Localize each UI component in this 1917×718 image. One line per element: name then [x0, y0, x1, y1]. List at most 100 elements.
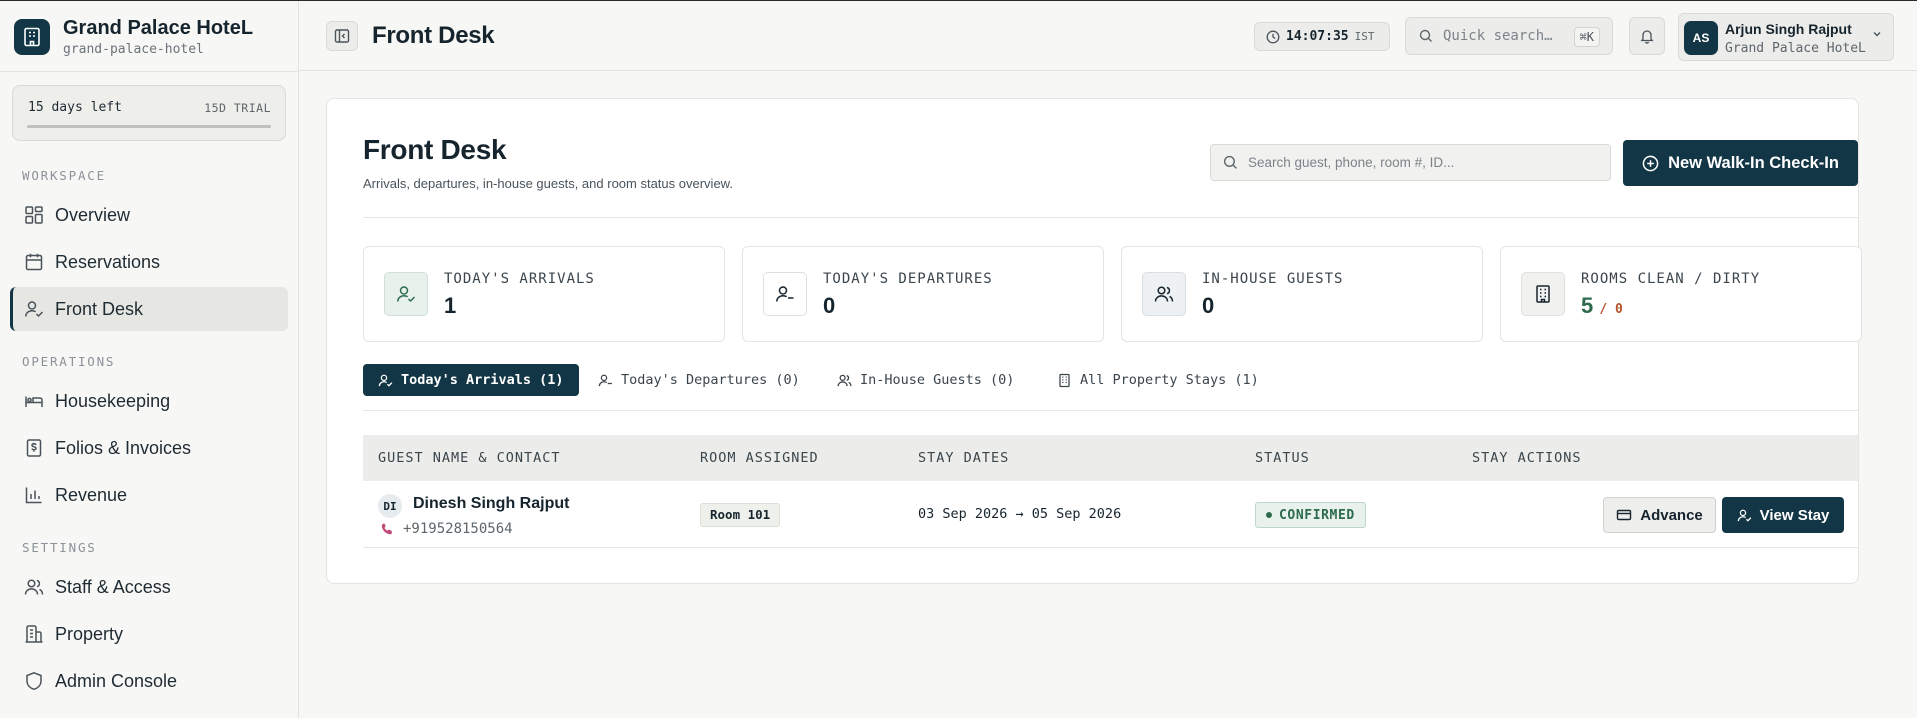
tab-todays-departures[interactable]: Today's Departures (0)	[598, 364, 800, 396]
user-check-icon	[384, 272, 428, 316]
sidebar: Grand Palace HoteL grand-palace-hotel 15…	[0, 1, 299, 718]
column-header: STAY DATES	[918, 450, 1010, 466]
tab-in-house-guests[interactable]: In-House Guests (0)	[837, 364, 1014, 396]
phone-icon	[380, 522, 394, 536]
sidebar-item-label: Folios & Invoices	[55, 437, 192, 458]
status-label: CONFIRMED	[1279, 507, 1355, 523]
user-minus-icon	[598, 373, 613, 388]
sidebar-item-label: Reservations	[55, 251, 161, 272]
stat-value-clean-dirty: 5 / 0	[1581, 293, 1623, 319]
view-stay-label: View Stay	[1759, 506, 1830, 524]
status-dot	[1266, 512, 1272, 518]
tab-label: Today's Arrivals (1)	[401, 372, 564, 388]
header-title: Front Desk	[372, 22, 495, 49]
quick-search-input[interactable]: Quick search… ⌘K	[1405, 17, 1613, 55]
stat-card-rooms-clean-dirty[interactable]: ROOMS CLEAN / DIRTY 5 / 0	[1500, 246, 1862, 342]
users-icon	[23, 576, 45, 598]
bar-chart-icon	[23, 484, 45, 506]
section-settings: SETTINGS	[22, 540, 97, 555]
view-stay-button[interactable]: View Stay	[1722, 497, 1844, 533]
sidebar-toggle-button[interactable]	[326, 21, 358, 51]
column-header: GUEST NAME & CONTACT	[378, 450, 561, 466]
brand-slug: grand-palace-hotel	[63, 42, 204, 57]
building-icon	[1521, 272, 1565, 316]
user-property: Grand Palace HoteL	[1725, 41, 1866, 56]
brand[interactable]: Grand Palace HoteL grand-palace-hotel	[14, 17, 253, 57]
sidebar-item-folios[interactable]: Folios & Invoices	[10, 426, 288, 470]
sidebar-collapse-icon	[334, 29, 350, 43]
plus-circle-icon	[1642, 155, 1659, 172]
bed-icon	[23, 390, 45, 412]
sidebar-item-label: Staff & Access	[55, 576, 171, 597]
stat-value: 1	[444, 293, 457, 318]
column-header: STATUS	[1255, 450, 1310, 466]
guest-search[interactable]	[1210, 144, 1611, 181]
users-icon	[1142, 272, 1186, 316]
clock-icon	[1266, 30, 1280, 43]
stat-card-arrivals[interactable]: TODAY'S ARRIVALS 1	[363, 246, 725, 342]
sidebar-item-overview[interactable]: Overview	[10, 193, 288, 237]
divider	[363, 217, 1858, 218]
front-desk-card: Front Desk Arrivals, departures, in-hous…	[326, 98, 1862, 584]
stat-card-in-house[interactable]: IN-HOUSE GUESTS 0	[1121, 246, 1483, 342]
table-row[interactable]: DI Dinesh Singh Rajput +919528150564 Roo…	[363, 481, 1858, 548]
stat-value: 0	[823, 293, 836, 318]
room-tag: Room 101	[700, 503, 781, 527]
sidebar-item-admin-console[interactable]: Admin Console	[10, 659, 288, 703]
sidebar-item-housekeeping[interactable]: Housekeeping	[10, 379, 288, 423]
rooms-dirty-count: / 0	[1599, 302, 1623, 317]
user-menu[interactable]: AS Arjun Singh Rajput Grand Palace HoteL	[1678, 13, 1894, 61]
sidebar-item-label: Front Desk	[55, 298, 144, 319]
user-check-icon	[378, 373, 393, 388]
sidebar-item-label: Property	[55, 623, 124, 644]
sidebar-item-front-desk[interactable]: Front Desk	[10, 287, 288, 331]
trial-badge: 15D TRIAL	[204, 101, 271, 115]
advance-label: Advance	[1640, 506, 1703, 524]
sidebar-item-label: Housekeeping	[55, 390, 171, 411]
guest-search-input[interactable]	[1248, 155, 1588, 170]
divider	[0, 71, 299, 72]
guest-phone[interactable]: +919528150564	[380, 521, 513, 537]
stat-card-departures[interactable]: TODAY'S DEPARTURES 0	[742, 246, 1104, 342]
sidebar-item-reservations[interactable]: Reservations	[10, 240, 288, 284]
clock-zone: IST	[1354, 30, 1375, 43]
tab-label: Today's Departures (0)	[621, 372, 800, 388]
table-header: GUEST NAME & CONTACT ROOM ASSIGNED STAY …	[363, 435, 1858, 481]
sidebar-item-label: Revenue	[55, 484, 128, 505]
sidebar-item-label: Overview	[55, 204, 131, 225]
walk-in-label: New Walk-In Check-In	[1668, 153, 1839, 172]
trial-days-left: 15 days left	[28, 100, 122, 115]
quick-search-shortcut: ⌘K	[1573, 27, 1600, 47]
guest-name[interactable]: Dinesh Singh Rajput	[413, 495, 569, 513]
tab-label: All Property Stays (1)	[1080, 372, 1259, 388]
arrivals-table: GUEST NAME & CONTACT ROOM ASSIGNED STAY …	[363, 435, 1858, 548]
receipt-icon	[23, 437, 45, 459]
chevron-down-icon	[1873, 32, 1881, 37]
column-header: STAY ACTIONS	[1472, 450, 1582, 466]
sidebar-item-staff[interactable]: Staff & Access	[10, 565, 288, 609]
notifications-button[interactable]	[1629, 17, 1665, 55]
stat-label: TODAY'S ARRIVALS	[444, 271, 595, 287]
calendar-icon	[23, 251, 45, 273]
section-operations: OPERATIONS	[22, 354, 116, 369]
search-icon	[1223, 155, 1237, 169]
sidebar-item-label: Admin Console	[55, 670, 178, 691]
page-title: Front Desk	[363, 134, 507, 165]
top-bar: Front Desk 14:07:35 IST Quick search… ⌘K…	[299, 1, 1917, 71]
sidebar-item-revenue[interactable]: Revenue	[10, 473, 288, 517]
sidebar-item-property[interactable]: Property	[10, 612, 288, 656]
column-header: ROOM ASSIGNED	[700, 450, 819, 466]
bell-icon	[1640, 30, 1654, 44]
stat-label: ROOMS CLEAN / DIRTY	[1581, 271, 1761, 287]
status-badge: CONFIRMED	[1255, 502, 1366, 528]
page-subtitle: Arrivals, departures, in-house guests, a…	[363, 176, 733, 191]
new-walk-in-check-in-button[interactable]: New Walk-In Check-In	[1623, 140, 1858, 186]
building-icon	[23, 623, 45, 645]
user-check-icon	[1737, 508, 1752, 523]
advance-button[interactable]: Advance	[1603, 497, 1716, 533]
tab-todays-arrivals[interactable]: Today's Arrivals (1)	[363, 364, 579, 396]
user-check-icon	[23, 298, 45, 320]
trial-banner[interactable]: 15 days left 15D TRIAL	[12, 85, 286, 141]
tab-all-property-stays[interactable]: All Property Stays (1)	[1057, 364, 1259, 396]
user-name: Arjun Singh Rajput	[1725, 21, 1852, 37]
